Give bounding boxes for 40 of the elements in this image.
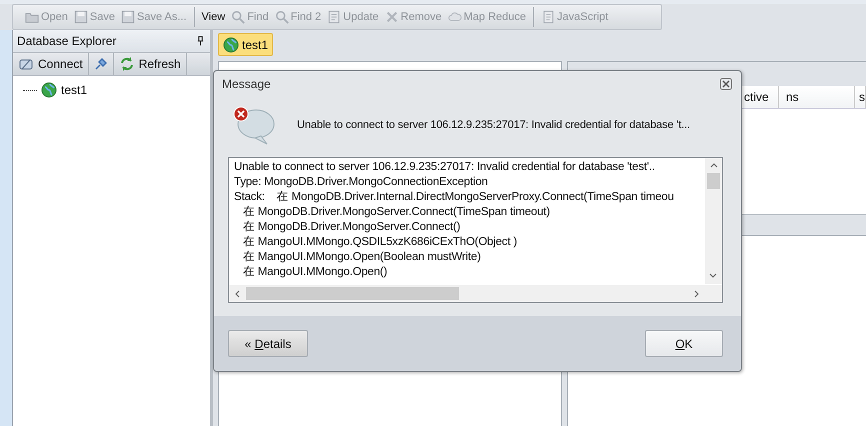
close-icon[interactable] bbox=[720, 78, 732, 90]
column-header[interactable]: ns bbox=[779, 86, 855, 108]
search-icon bbox=[231, 10, 246, 24]
column-header[interactable]: ctive bbox=[743, 86, 779, 108]
column-header[interactable]: s bbox=[855, 86, 866, 108]
toolbar-button[interactable]: Connect bbox=[13, 53, 89, 75]
dialog-title: Message bbox=[222, 77, 271, 91]
details-line: Stack: 在 MongoDB.Driver.Internal.DirectMongoServerProxy.Connect(TimeSpan timeou bbox=[234, 190, 675, 205]
cross-icon bbox=[384, 10, 399, 24]
details-line: Type: MongoDB.Driver.MongoConnectionException bbox=[234, 175, 489, 190]
save-icon bbox=[74, 10, 88, 24]
panel-title: Database Explorer bbox=[17, 34, 116, 48]
refresh-icon bbox=[118, 56, 135, 72]
folder-icon bbox=[25, 10, 39, 24]
toolbar-button[interactable]: View bbox=[200, 11, 228, 23]
scrollbar-thumb[interactable] bbox=[707, 173, 720, 189]
ok-button[interactable]: OK bbox=[645, 330, 723, 357]
details-line: 在 MongoDB.Driver.MongoServer.Connect(TimeSpan timeout) bbox=[242, 205, 551, 220]
tab[interactable]: test1 bbox=[218, 33, 274, 56]
details-line: 在 MongoDB.Driver.MongoServer.Connect() bbox=[242, 220, 462, 235]
save-icon bbox=[121, 10, 135, 24]
vertical-scrollbar[interactable] bbox=[705, 158, 722, 284]
horizontal-scrollbar[interactable] bbox=[229, 285, 722, 302]
pin-icon[interactable] bbox=[197, 36, 204, 46]
scroll-icon bbox=[541, 10, 555, 24]
tree-item[interactable]: test1 bbox=[23, 82, 210, 98]
cloud-icon bbox=[448, 10, 462, 24]
details-line: 在 MangoUI.MMongo.Open() bbox=[242, 265, 388, 280]
details-button[interactable]: « Details bbox=[228, 330, 308, 357]
details-line: 在 MangoUI.MMongo.Open(Boolean mustWrite) bbox=[242, 250, 482, 265]
toolbar-button[interactable]: Refresh bbox=[114, 53, 187, 75]
search-icon bbox=[274, 10, 289, 24]
error-bubble-icon bbox=[231, 104, 275, 146]
globe-icon bbox=[41, 82, 57, 98]
error-message: Unable to connect to server 106.12.9.235:27017: Invalid credential for database 't... bbox=[297, 119, 690, 131]
details-line: 在 MangoUI.MMongo.QSDIL5xzK686iCExThO(Object ) bbox=[242, 235, 518, 250]
details-line: Unable to connect to server 106.12.9.235:27017: Invalid credential for database 'test'.. bbox=[234, 160, 656, 175]
document-icon bbox=[327, 10, 342, 24]
globe-icon bbox=[223, 36, 239, 52]
scrollbar-thumb[interactable] bbox=[246, 287, 459, 300]
